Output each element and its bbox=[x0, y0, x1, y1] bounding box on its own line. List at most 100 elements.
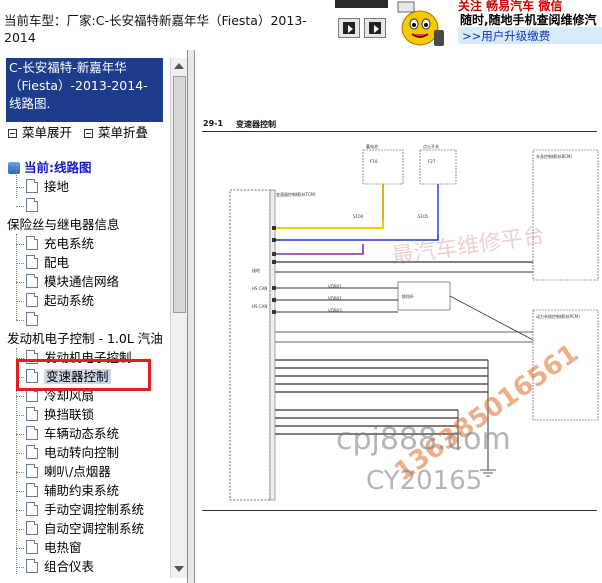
label-ground: 接地 bbox=[252, 267, 260, 273]
tree-item-label: 配电 bbox=[44, 255, 70, 270]
document-icon bbox=[26, 274, 38, 288]
tree-group[interactable]: 保险丝与继电器信息 bbox=[7, 215, 120, 234]
tree-item-label: 电热窗 bbox=[44, 540, 82, 555]
tree-guide bbox=[16, 396, 24, 397]
tree-guide bbox=[16, 472, 24, 473]
tree-guide bbox=[16, 548, 24, 549]
document-icon bbox=[26, 426, 38, 440]
tree-item[interactable] bbox=[26, 196, 44, 215]
tree-item-label: 自动空调控制系统 bbox=[44, 521, 145, 536]
tree-group[interactable]: 发动机电子控制 - 1.0L 汽油 bbox=[7, 329, 163, 348]
tree-item[interactable]: 起动系统 bbox=[26, 291, 94, 310]
annotation-highlight bbox=[16, 359, 151, 391]
tcm-inner bbox=[269, 189, 276, 501]
document-icon bbox=[26, 198, 38, 212]
label-fuse-b: F27 bbox=[428, 159, 436, 164]
tree-guide bbox=[16, 434, 24, 435]
tree-guide bbox=[16, 244, 24, 245]
label-w2: S105 bbox=[418, 214, 429, 219]
tree-item-label: 模块通信网络 bbox=[44, 274, 120, 289]
ad-banner[interactable]: 关注 畅易汽车 微信 随时,随地手机查阅维修汽 >>用户升级缴费 bbox=[390, 0, 602, 50]
tree-item[interactable]: 配电 bbox=[26, 253, 69, 272]
tree-item-label: 喇叭/点烟器 bbox=[44, 464, 111, 479]
label-power-b: 点火开关 bbox=[423, 143, 439, 149]
tree-item[interactable]: 接地 bbox=[26, 177, 69, 196]
tree-item[interactable]: 自动空调控制系统 bbox=[26, 519, 144, 538]
scroll-thumb[interactable] bbox=[173, 76, 186, 313]
tree-item[interactable]: 换挡联锁 bbox=[26, 405, 94, 424]
label-module: 变速器控制模块(TCM) bbox=[276, 191, 316, 197]
play-icon bbox=[348, 25, 353, 33]
tree-item[interactable] bbox=[26, 310, 44, 329]
document-icon bbox=[26, 236, 38, 250]
watermark-code: CY20165 bbox=[366, 466, 483, 496]
label-gear: 换挡杆 bbox=[402, 293, 414, 299]
tree-item-label: 车辆动态系统 bbox=[44, 426, 120, 441]
tree-guide bbox=[16, 491, 24, 492]
tree-guide bbox=[16, 415, 24, 416]
tree-guide bbox=[16, 206, 24, 207]
tree-guide bbox=[16, 529, 24, 530]
wire-yellow bbox=[275, 220, 384, 229]
wiring-diagram: 蓄电池 点火开关 F10 F27 车身控制模块(BCM) 变速器控制模块(TCM… bbox=[229, 143, 599, 501]
scroll-down-icon[interactable] bbox=[174, 566, 184, 572]
upgrade-link[interactable]: >>用户升级缴费 bbox=[458, 27, 602, 44]
tcm-module bbox=[229, 189, 271, 501]
folder-icon bbox=[8, 162, 20, 174]
left-scrollbar[interactable] bbox=[170, 58, 187, 578]
tree-item[interactable]: 辅助约束系统 bbox=[26, 481, 119, 500]
tree-item-label: 电动转向控制 bbox=[44, 445, 120, 460]
tree-item[interactable]: 电动转向控制 bbox=[26, 443, 119, 462]
document-icon bbox=[26, 407, 38, 421]
navigation-panel: C-长安福特-新嘉年华（Fiesta）-2013-2014-线路图. 菜单展开 … bbox=[0, 50, 188, 583]
document-icon bbox=[26, 293, 38, 307]
fuse-box-b bbox=[419, 149, 457, 185]
label-fuse-a: F10 bbox=[370, 159, 378, 164]
toolbar-strip bbox=[335, 0, 388, 8]
tree-item-label: 接地 bbox=[44, 179, 70, 194]
collapse-menu-button[interactable]: 菜单折叠 bbox=[84, 122, 148, 141]
mascot-icon bbox=[397, 1, 444, 46]
tree-item-label: 保险丝与继电器信息 bbox=[7, 217, 120, 232]
tree-guide bbox=[16, 453, 24, 454]
scroll-up-icon[interactable] bbox=[174, 63, 184, 69]
tree-item[interactable]: 组合仪表 bbox=[26, 557, 94, 574]
tree-guide bbox=[16, 168, 17, 198]
expand-menu-button[interactable]: 菜单展开 bbox=[8, 122, 72, 141]
menu-controls: 菜单展开 菜单折叠 bbox=[8, 122, 156, 142]
wire-purple bbox=[275, 244, 364, 255]
tree-item[interactable]: 模块通信网络 bbox=[26, 272, 119, 291]
tree-item[interactable]: 电热窗 bbox=[26, 538, 82, 557]
diagram-viewer[interactable]: 29-1 变速器控制 蓄电池 点火开关 F10 F27 车身控制模块(BCM) … bbox=[188, 50, 602, 583]
tree-item[interactable]: 手动空调控制系统 bbox=[26, 500, 144, 519]
ad-subline: 随时,随地手机查阅维修汽 bbox=[460, 13, 597, 27]
wire-bundle-upper bbox=[275, 359, 488, 393]
watermark-site: cpj888.com bbox=[336, 422, 511, 457]
tree-item[interactable]: 喇叭/点烟器 bbox=[26, 462, 111, 481]
next-nav-button[interactable] bbox=[364, 18, 386, 38]
tree-item-label: 组合仪表 bbox=[44, 559, 95, 574]
tree-guide bbox=[16, 301, 24, 302]
tree-item[interactable]: 车辆动态系统 bbox=[26, 424, 119, 443]
forward-nav-button[interactable] bbox=[338, 18, 360, 38]
label-bcm: 车身控制模块(BCM) bbox=[536, 153, 572, 159]
tree-guide bbox=[16, 234, 17, 320]
tree-guide bbox=[16, 510, 24, 511]
collapse-icon bbox=[84, 129, 93, 138]
label-pcm: 动力系统控制模块(PCM) bbox=[536, 313, 580, 319]
tree-item-label: 发动机电子控制 - 1.0L 汽油 bbox=[7, 331, 163, 346]
tree-item-label: 辅助约束系统 bbox=[44, 483, 120, 498]
current-selection: C-长安福特-新嘉年华（Fiesta）-2013-2014-线路图. bbox=[6, 58, 163, 122]
tree-root[interactable]: 当前:线路图 bbox=[8, 158, 92, 177]
label-can-l: HS CAN bbox=[252, 304, 267, 309]
upgrade-link-text[interactable]: >>用户升级缴费 bbox=[462, 28, 550, 44]
tree-root-label: 当前:线路图 bbox=[24, 160, 92, 175]
collapse-menu-label: 菜单折叠 bbox=[98, 125, 149, 140]
tree-guide bbox=[16, 282, 24, 283]
fuse-box-a bbox=[362, 149, 404, 185]
tree-guide bbox=[16, 567, 24, 568]
document-icon bbox=[26, 540, 38, 554]
document-icon bbox=[26, 502, 38, 516]
document-icon bbox=[26, 521, 38, 535]
tree-item[interactable]: 充电系统 bbox=[26, 234, 94, 253]
